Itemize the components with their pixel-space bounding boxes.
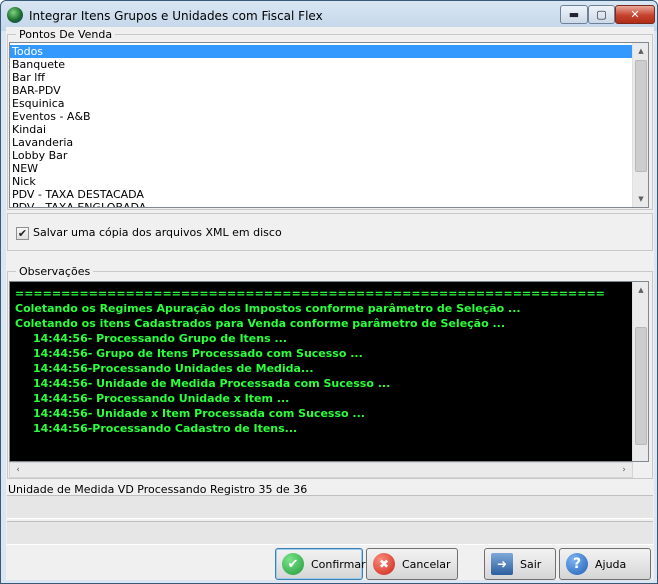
sair-button[interactable]: ➜ Sair [484,548,556,580]
options-group: ✔ Salvar uma cópia dos arquivos XML em d… [7,213,653,251]
window-title: Integrar Itens Grupos e Unidades com Fis… [29,9,323,23]
list-vertical-scrollbar[interactable]: ▲ ▼ [632,43,648,207]
log-line: 14:44:56- Unidade de Medida Processada c… [33,377,391,390]
list-item[interactable]: Banquete [10,58,634,71]
list-item[interactable]: Esquinica [10,97,634,110]
log-line: Coletando os Regimes Apuração dos Impost… [15,302,521,315]
observacoes-log[interactable]: ========================================… [9,281,649,462]
log-line: Coletando os itens Cadastrados para Vend… [15,317,506,330]
log-line: 14:44:56-Processando Unidades de Medida.… [33,362,314,375]
check-circle-icon: ✔ [282,553,304,575]
confirmar-button[interactable]: ✔ Confirmar [275,548,366,580]
list-item[interactable]: PDV - TAXA ENGLOBADA [10,201,634,207]
list-item[interactable]: Lavanderia [10,136,634,149]
list-item[interactable]: Nick [10,175,634,188]
pontos-de-venda-list[interactable]: Todos Banquete Bar lff BAR-PDV Esquinica Even… [9,42,649,208]
save-xml-checkbox[interactable]: ✔ [16,227,29,240]
progress-panel [7,521,653,545]
check-icon: ✔ [17,227,28,240]
log-line: 14:44:56- Grupo de Itens Processado com … [33,347,363,360]
close-icon: ✕ [630,8,640,21]
list-item[interactable]: Lobby Bar [10,149,634,162]
log-line: 14:44:56-Processando Cadastro de Itens..… [33,422,298,435]
observacoes-label: Observações [16,265,94,278]
scroll-up-icon[interactable]: ▲ [633,282,648,298]
list-item[interactable]: BAR-PDV [10,84,634,97]
help-icon: ? [566,553,588,575]
save-xml-label[interactable]: Salvar uma cópia dos arquivos XML em dis… [33,226,282,239]
client-area: Pontos De Venda Todos Banquete Bar lff BAR-… [6,27,654,580]
exit-door-icon: ➜ [491,553,513,575]
main-window: Integrar Itens Grupos e Unidades com Fis… [0,0,658,584]
log-vertical-scrollbar[interactable]: ▲ [632,282,648,461]
maximize-button[interactable]: ▢ [588,5,615,24]
minimize-button[interactable]: ▬ [560,5,588,24]
log-lines: ========================================… [15,286,630,436]
list-item[interactable]: Kindai [10,123,634,136]
ajuda-button[interactable]: ? Ajuda [559,548,651,580]
log-horizontal-scrollbar[interactable]: ‹ › [9,462,633,478]
scroll-thumb[interactable] [635,327,647,445]
scroll-left-icon[interactable]: ‹ [10,463,26,477]
log-line: 14:44:56- Unidade x Item Processada com … [33,407,365,420]
scroll-up-icon[interactable]: ▲ [633,43,648,59]
scroll-right-icon[interactable]: › [616,463,632,477]
list-item[interactable]: Eventos - A&B [10,110,634,123]
list-items: Todos Banquete Bar lff BAR-PDV Esquinica Even… [10,45,634,207]
list-item[interactable]: NEW [10,162,634,175]
cancelar-label: Cancelar [402,557,451,571]
scroll-thumb[interactable] [635,60,647,172]
cancelar-button[interactable]: ✖ Cancelar [366,548,458,580]
scrollbar-corner [633,462,649,478]
scroll-down-icon[interactable]: ▼ [633,191,648,207]
cancel-circle-icon: ✖ [373,553,395,575]
list-item[interactable]: Bar lff [10,71,634,84]
minimize-icon: ▬ [568,8,580,21]
list-item[interactable]: Todos [10,45,634,58]
pontos-de-venda-label: Pontos De Venda [16,28,116,41]
log-line: 14:44:56- Processando Grupo de Itens ... [33,332,288,345]
close-button[interactable]: ✕ [615,5,655,24]
confirmar-label: Confirmar [311,557,366,571]
log-line: 14:44:56- Processando Unidade x Item ... [33,392,290,405]
globe-icon [7,7,23,23]
maximize-icon: ▢ [596,8,607,21]
progress-panel [7,495,653,519]
ajuda-label: Ajuda [595,557,627,571]
list-item[interactable]: PDV - TAXA DESTACADA [10,188,634,201]
log-line: ========================================… [15,287,605,300]
sair-label: Sair [520,557,542,571]
